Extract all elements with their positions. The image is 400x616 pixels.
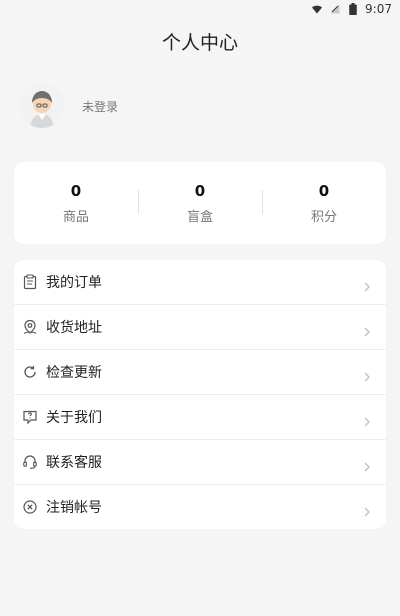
page-title: 个人中心 — [161, 32, 238, 54]
question-chat-icon — [14, 409, 46, 425]
menu-item-customer-service[interactable]: 联系客服 — [14, 439, 386, 484]
stats-card: 0 商品 0 盲盒 0 积分 — [14, 162, 386, 244]
menu-item-shipping-address[interactable]: 收货地址 — [14, 304, 386, 349]
status-time: 9:07 — [365, 2, 392, 16]
stat-label: 商品 — [62, 209, 89, 225]
menu-item-label: 收货地址 — [46, 320, 102, 336]
chevron-right-icon — [362, 277, 372, 292]
menu-item-check-update[interactable]: 检查更新 — [14, 349, 386, 394]
chevron-right-icon — [362, 367, 372, 382]
stat-blindbox[interactable]: 0 盲盒 — [138, 182, 262, 225]
stat-points[interactable]: 0 积分 — [262, 182, 386, 225]
chevron-right-icon — [362, 457, 372, 472]
wifi-icon — [311, 3, 323, 15]
stat-products[interactable]: 0 商品 — [14, 182, 138, 225]
location-pin-icon — [14, 319, 46, 335]
login-status-text[interactable]: 未登录 — [82, 98, 118, 115]
menu-item-label: 注销帐号 — [46, 500, 102, 516]
battery-icon — [347, 3, 359, 15]
stat-value: 0 — [318, 181, 330, 200]
menu-item-delete-account[interactable]: 注销帐号 — [14, 484, 386, 529]
menu-item-label: 我的订单 — [46, 275, 102, 291]
stat-label: 积分 — [310, 209, 337, 225]
chevron-right-icon — [362, 412, 372, 427]
menu-item-about-us[interactable]: 关于我们 — [14, 394, 386, 439]
clipboard-icon — [14, 274, 46, 290]
avatar[interactable] — [20, 84, 64, 128]
refresh-icon — [14, 364, 46, 380]
signal-icon — [329, 3, 341, 15]
menu-item-my-orders[interactable]: 我的订单 — [14, 260, 386, 304]
chevron-right-icon — [362, 502, 372, 517]
profile-section[interactable]: 未登录 — [0, 80, 400, 132]
status-bar: 9:07 — [0, 0, 400, 18]
stat-label: 盲盒 — [186, 209, 213, 225]
menu-item-label: 联系客服 — [46, 455, 102, 471]
menu-list: 我的订单 收货地址 检查更新 关于我们 联系客服 注销帐号 — [14, 260, 386, 529]
chevron-right-icon — [362, 322, 372, 337]
menu-item-label: 关于我们 — [46, 410, 102, 426]
headset-icon — [14, 454, 46, 470]
stat-value: 0 — [70, 181, 82, 200]
stat-value: 0 — [194, 181, 206, 200]
menu-item-label: 检查更新 — [46, 365, 102, 381]
close-circle-icon — [14, 499, 46, 515]
